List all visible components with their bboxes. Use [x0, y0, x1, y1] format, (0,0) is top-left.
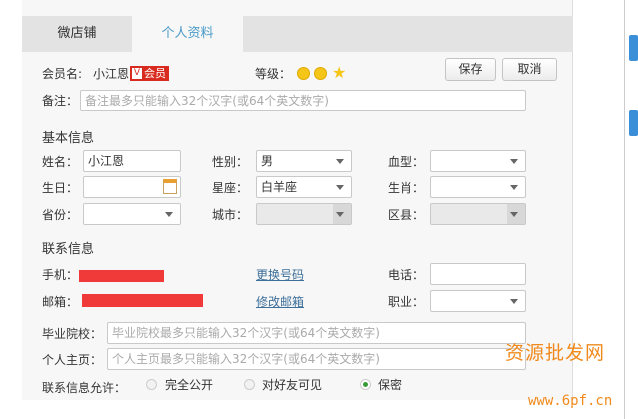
name-label: 姓名： [42, 155, 79, 169]
radio-friends-label[interactable]: 对好友可见 [262, 378, 322, 392]
job-select[interactable] [430, 290, 526, 312]
divider [624, 0, 625, 419]
gender-value: 男 [261, 154, 274, 168]
radio-public[interactable] [146, 379, 157, 390]
sun-icon [314, 67, 327, 80]
chevron-down-icon [510, 159, 518, 164]
zodiac-value: 白羊座 [261, 180, 298, 194]
district-label: 区县： [388, 208, 425, 222]
email-label: 邮箱： [42, 295, 79, 309]
email-redacted [82, 294, 203, 307]
blood-select[interactable] [430, 150, 526, 172]
gender-label: 性别： [212, 155, 249, 169]
zodiac-label: 星座： [212, 181, 249, 195]
member-label: 会员名: [42, 67, 83, 81]
star-icon: ★ [332, 63, 347, 82]
cancel-button[interactable]: 取消 [502, 58, 557, 81]
chevron-down-icon [510, 299, 518, 304]
radio-private-label[interactable]: 保密 [378, 378, 402, 392]
change-email-link[interactable]: 修改邮箱 [256, 293, 304, 310]
sun-icon [297, 67, 310, 80]
tab-shop[interactable]: 微店铺 [22, 16, 132, 52]
basic-info-heading: 基本信息 [42, 131, 95, 146]
remark-input[interactable]: 备注最多只能输入32个汉字(或64个英文数字) [80, 90, 526, 111]
district-select[interactable] [430, 203, 526, 225]
chevron-down-icon [336, 159, 344, 164]
app-icon[interactable] [629, 110, 638, 136]
gender-select[interactable]: 男 [256, 150, 352, 172]
city-label: 城市： [212, 208, 249, 222]
animal-label: 生肖： [388, 181, 425, 195]
mobile-label: 手机： [42, 268, 79, 282]
chevron-down-icon [336, 185, 344, 190]
chevron-down-icon [336, 212, 344, 217]
homepage-input[interactable]: 个人主页最多只能输入32个汉字(或64个英文数字) [107, 348, 526, 370]
privacy-label: 联系信息允许： [42, 381, 127, 395]
app-icon[interactable] [629, 35, 638, 61]
save-button[interactable]: 保存 [445, 58, 496, 81]
calendar-icon[interactable] [163, 179, 177, 194]
province-label: 省份： [42, 208, 79, 222]
school-input[interactable]: 毕业院校最多只能输入32个汉字(或64个英文数字) [107, 322, 526, 344]
chevron-down-icon [510, 185, 518, 190]
radio-friends[interactable] [244, 379, 255, 390]
vip-badge: V 会员 [130, 66, 169, 81]
level-label: 等级： [255, 67, 292, 81]
remark-label: 备注： [42, 94, 79, 108]
vip-icon: V [132, 68, 142, 79]
radio-public-label[interactable]: 完全公开 [165, 378, 213, 392]
mobile-redacted [79, 270, 164, 282]
badge-text: 会员 [144, 67, 166, 80]
name-input[interactable]: 小江恩 [83, 150, 181, 172]
job-label: 职业： [388, 295, 425, 309]
zodiac-select[interactable]: 白羊座 [256, 176, 352, 198]
province-select[interactable] [83, 203, 181, 225]
blood-label: 血型： [388, 155, 425, 169]
city-select[interactable] [256, 203, 352, 225]
homepage-label: 个人主页： [42, 353, 103, 367]
birthday-label: 生日： [42, 181, 79, 195]
member-name: 小江恩 [93, 67, 130, 81]
phone-input[interactable] [430, 263, 526, 285]
radio-private[interactable] [360, 379, 371, 390]
chevron-down-icon [165, 212, 173, 217]
change-mobile-link[interactable]: 更换号码 [256, 266, 304, 283]
watermark-url: www.6pf.cn [528, 393, 613, 409]
school-label: 毕业院校： [42, 327, 103, 341]
chevron-down-icon [510, 212, 518, 217]
watermark-title: 资源批发网 [505, 342, 606, 364]
tab-profile[interactable]: 个人资料 [132, 16, 243, 52]
animal-select[interactable] [430, 176, 526, 198]
birthday-input[interactable] [83, 176, 181, 198]
contact-info-heading: 联系信息 [42, 242, 95, 257]
phone-label: 电话： [388, 268, 425, 282]
